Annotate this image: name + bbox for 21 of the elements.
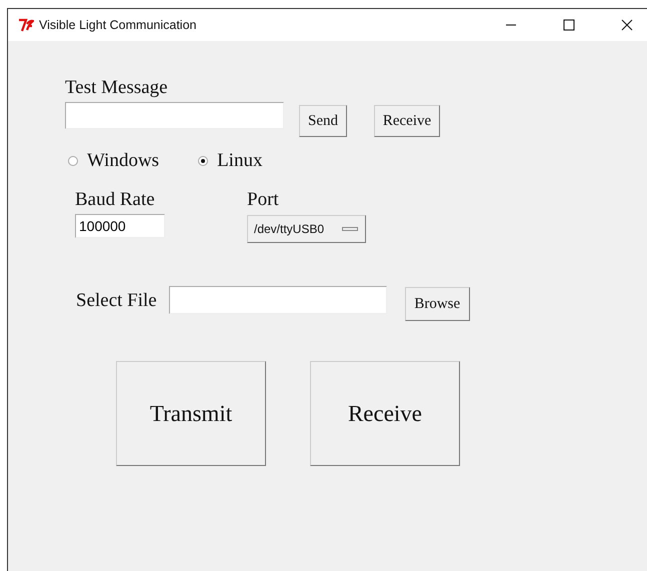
action-button[interactable]: Transmit (116, 361, 266, 466)
dropdown-indicator-icon (342, 226, 358, 232)
radio-label[interactable]: Linux (217, 150, 262, 172)
message-button[interactable]: Receive (374, 105, 440, 137)
baud-rate-field[interactable]: 100000 (75, 214, 165, 238)
port-label: Port (247, 189, 279, 212)
baud-rate-label: Baud Rate (75, 189, 155, 212)
radio-button[interactable] (67, 155, 79, 167)
test-message-label: Test Message (65, 77, 169, 99)
window-title: Visible Light Communication (39, 18, 196, 32)
select-file-label: Select File (76, 290, 157, 312)
file-path-field[interactable] (168, 286, 387, 314)
radio-label[interactable]: Windows (87, 150, 160, 172)
close-icon[interactable] (621, 19, 633, 31)
port-dropdown[interactable]: /dev/ttyUSB0 (247, 215, 366, 243)
browse-button[interactable]: Browse (404, 287, 470, 321)
maximize-icon[interactable] (563, 19, 575, 31)
message-button[interactable]: Send (299, 105, 347, 137)
action-button[interactable]: Receive (310, 361, 460, 466)
radio-button[interactable] (197, 155, 210, 167)
test-message-field[interactable] (65, 102, 284, 129)
